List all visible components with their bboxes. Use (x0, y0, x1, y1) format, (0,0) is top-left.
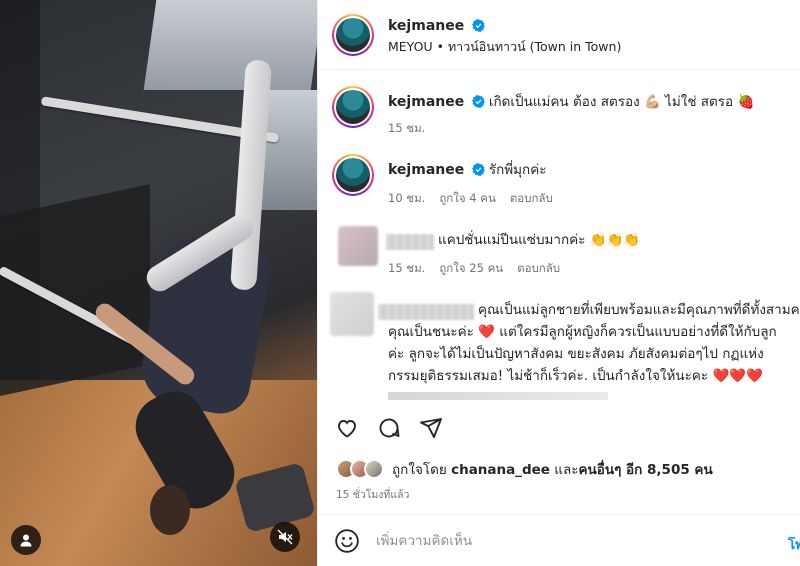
post-media[interactable] (0, 0, 317, 566)
comment-time[interactable]: 15 ชม. (388, 260, 425, 278)
comment-input[interactable] (376, 529, 756, 553)
comment-button[interactable] (376, 415, 402, 441)
caption-text: เกิดเป็นแม่คน ต้อง สตรอง 💪🏼 ไม่ใช่ สตรอ … (488, 94, 755, 110)
liker-avatars[interactable] (336, 459, 384, 479)
user-tag-icon (20, 534, 32, 547)
comment-text: แคปชั่นแม่ปีนแซ่บมากค่ะ 👏👏👏 (438, 232, 641, 248)
post-timestamp[interactable]: 15 ชั่วโมงที่แล้ว (336, 486, 409, 503)
post-header: kejmanee MEYOU • ทาวน์อินทาวน์ (Town in … (318, 0, 800, 70)
comment-meta-cut-off (388, 392, 608, 400)
share-icon (420, 418, 442, 438)
media-mat (0, 184, 150, 396)
share-button[interactable] (418, 415, 444, 441)
caption-meta: 15 ชม. (388, 120, 425, 138)
comment-text: รักพี่มุกค่ะ (488, 162, 547, 178)
instagram-post-view: kejmanee MEYOU • ทาวน์อินทาวน์ (Town in … (0, 0, 800, 566)
likes-summary: ถูกใจโดย chanana_dee และคนอื่นๆ อีก 8,50… (336, 458, 713, 480)
author-username[interactable]: kejmanee (388, 18, 464, 34)
media-window (143, 0, 317, 90)
tagged-users-button[interactable] (11, 525, 41, 555)
comment-line: kejmanee รักพี่มุกค่ะ (388, 160, 547, 180)
caption-time[interactable]: 15 ชม. (388, 120, 425, 138)
likes-middle: และ (549, 462, 579, 478)
comment-avatar[interactable] (332, 154, 374, 196)
likes-text: ถูกใจโดย chanana_dee และคนอื่นๆ อีก 8,50… (392, 458, 713, 480)
comment-avatar-blurred[interactable] (338, 226, 378, 266)
post-location[interactable]: MEYOU • ทาวน์อินทาวน์ (Town in Town) (388, 37, 621, 57)
likes-user-link[interactable]: chanana_dee (451, 462, 550, 478)
caption-line: kejmanee เกิดเป็นแม่คน ต้อง สตรอง 💪🏼 ไม่… (388, 92, 754, 112)
verified-badge-icon (472, 19, 486, 32)
liker-avatar (364, 459, 384, 479)
comment-text-line-3: ค่ะ ลูกจะได้ไม่เป็นปัญหาสังคม ขยะสังคม ภ… (388, 346, 764, 362)
comment-likes[interactable]: ถูกใจ 4 คน (439, 190, 495, 208)
comment-text-line-4: กรรมยุติธรรมเสมอ! ไม่ช้าก็เร็วค่ะ. เป็นก… (388, 368, 763, 384)
comment-meta: 15 ชม. ถูกใจ 25 คน ตอบกลับ (388, 260, 560, 278)
emoji-button[interactable] (334, 528, 360, 554)
comment-text-line-2: คุณเป็นชนะค่ะ ❤️ แต่ใครมีลูกผู้หญิงก็ควร… (388, 324, 777, 340)
media-figure-head (150, 485, 190, 535)
comment-icon (379, 418, 400, 438)
likes-others-link[interactable]: คนอื่นๆ อีก 8,505 คน (579, 462, 713, 478)
comment-text-line-1: คุณเป็นแม่ลูกชายที่เพียบพร้อมและมีคุณภาพ… (478, 302, 800, 318)
comment-meta: 10 ชม. ถูกใจ 4 คน ตอบกลับ (388, 190, 553, 208)
likes-prefix: ถูกใจโดย (392, 462, 452, 478)
caption-username[interactable]: kejmanee (388, 94, 464, 110)
comment-reply-button[interactable]: ตอบกลับ (517, 260, 560, 278)
audio-mute-button[interactable] (270, 522, 300, 552)
comment-username[interactable]: kejmanee (388, 162, 464, 178)
comment-username-blurred[interactable] (386, 234, 434, 250)
heart-icon (338, 420, 356, 438)
post-comment-button[interactable]: โพ (788, 533, 800, 555)
comment-avatar-blurred[interactable] (330, 292, 374, 336)
author-avatar[interactable] (332, 14, 374, 56)
caption-avatar[interactable] (332, 86, 374, 128)
verified-badge-icon (471, 95, 485, 108)
emoji-icon (335, 529, 359, 553)
comment-time[interactable]: 10 ชม. (388, 190, 425, 208)
verified-badge-icon (471, 163, 485, 176)
comment-reply-button[interactable]: ตอบกลับ (510, 190, 553, 208)
post-actions (318, 405, 800, 453)
like-button[interactable] (334, 415, 360, 441)
mute-icon (277, 529, 293, 545)
comment-username-blurred[interactable] (378, 304, 474, 320)
add-comment-bar: โพ (318, 514, 800, 566)
post-details-panel: kejmanee MEYOU • ทาวน์อินทาวน์ (Town in … (317, 0, 800, 566)
comment-likes[interactable]: ถูกใจ 25 คน (439, 260, 503, 278)
